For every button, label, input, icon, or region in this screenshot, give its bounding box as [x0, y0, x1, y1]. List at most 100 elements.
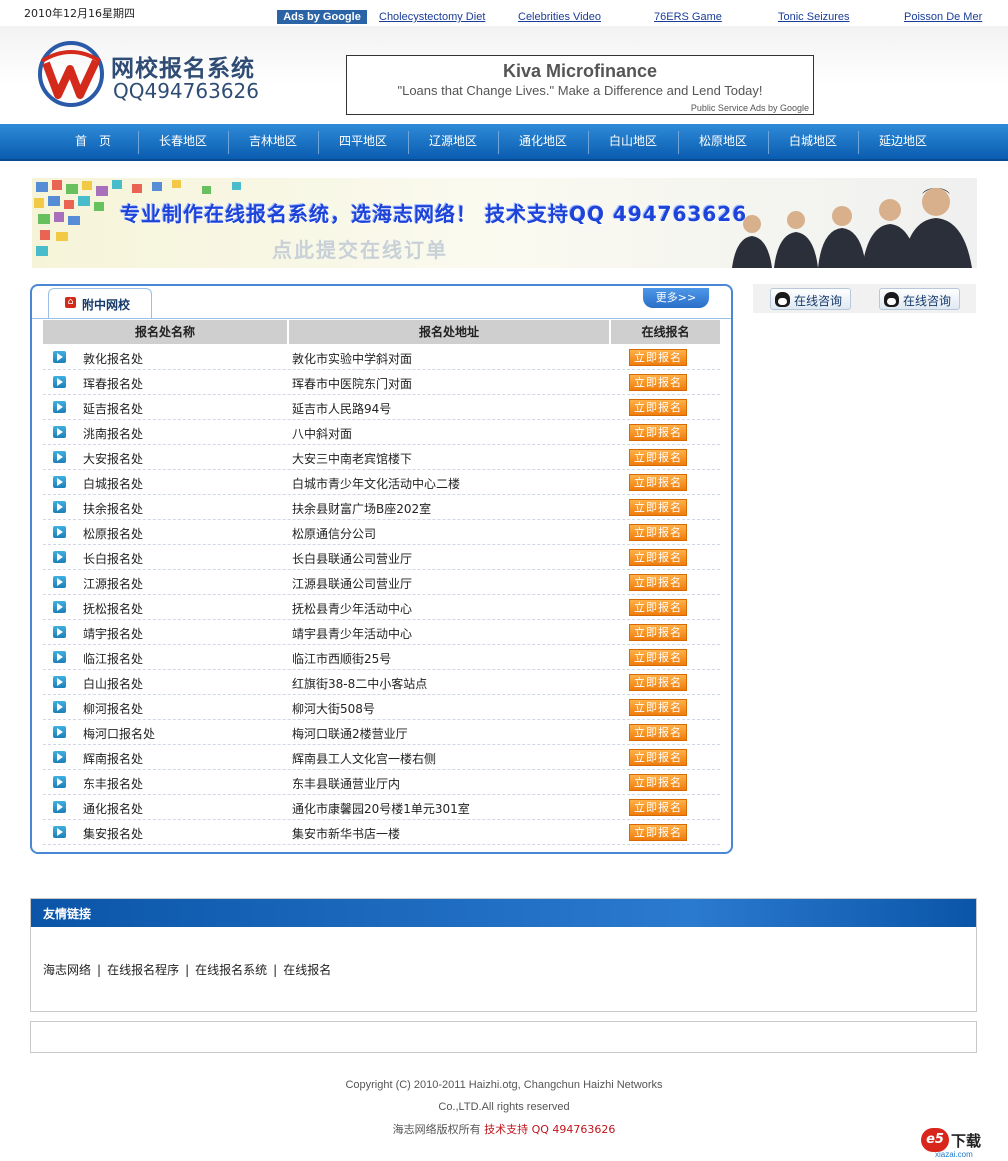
watermark-url: xiazai.com	[935, 1150, 973, 1159]
friend-link-online[interactable]: 在线报名	[283, 963, 331, 977]
footer-copyright: Copyright (C) 2010-2011 Haizhi.otg, Chan…	[345, 1079, 663, 1091]
play-icon	[53, 401, 66, 413]
ad-link-5[interactable]: Poisson De Mer	[904, 11, 982, 23]
register-now-button[interactable]: 立即报名	[629, 499, 687, 516]
register-now-button[interactable]: 立即报名	[629, 774, 687, 791]
play-icon	[53, 551, 66, 563]
register-now-button[interactable]: 立即报名	[629, 349, 687, 366]
play-icon	[53, 676, 66, 688]
nav-siping[interactable]: 四平地区	[318, 124, 408, 159]
table-row: 扶余报名处 扶余县财富广场B座202室 立即报名	[43, 495, 720, 520]
kiva-ad-box[interactable]: Kiva Microfinance "Loans that Change Liv…	[346, 55, 814, 115]
office-name[interactable]: 珲春报名处	[83, 375, 143, 392]
office-name[interactable]: 洮南报名处	[83, 425, 143, 442]
register-now-button[interactable]: 立即报名	[629, 374, 687, 391]
office-name[interactable]: 临江报名处	[83, 650, 143, 667]
nav-baishan[interactable]: 白山地区	[588, 124, 678, 159]
register-now-button[interactable]: 立即报名	[629, 749, 687, 766]
register-now-button[interactable]: 立即报名	[629, 799, 687, 816]
site-name: 网校报名系统	[111, 56, 255, 82]
office-name[interactable]: 白山报名处	[83, 675, 143, 692]
ads-by-google-label[interactable]: Ads by Google	[277, 10, 367, 24]
friendly-links-list: 海志网络 | 在线报名程序 | 在线报名系统 | 在线报名	[43, 961, 331, 978]
nav-songyuan[interactable]: 松原地区	[678, 124, 768, 159]
register-now-button[interactable]: 立即报名	[629, 699, 687, 716]
link-separator: |	[273, 963, 278, 977]
register-now-button[interactable]: 立即报名	[629, 824, 687, 841]
register-now-button[interactable]: 立即报名	[629, 624, 687, 641]
play-icon	[53, 751, 66, 763]
nav-jilin[interactable]: 吉林地区	[228, 124, 318, 159]
ad-link-2[interactable]: Celebrities Video	[518, 11, 601, 23]
office-name[interactable]: 松原报名处	[83, 525, 143, 542]
ad-psa-label[interactable]: Public Service Ads by Google	[691, 103, 809, 113]
register-now-button[interactable]: 立即报名	[629, 424, 687, 441]
play-icon	[53, 826, 66, 838]
office-address: 珲春市中医院东门对面	[292, 377, 413, 391]
office-name[interactable]: 大安报名处	[83, 450, 143, 467]
office-name[interactable]: 梅河口报名处	[83, 725, 155, 742]
office-address: 辉南县工人文化宫一楼右侧	[292, 752, 437, 766]
friendly-links-header: 友情链接	[31, 899, 976, 927]
office-name[interactable]: 抚松报名处	[83, 600, 143, 617]
nav-changchun[interactable]: 长春地区	[138, 124, 228, 159]
office-name[interactable]: 通化报名处	[83, 800, 143, 817]
register-now-button[interactable]: 立即报名	[629, 474, 687, 491]
site-header: 网校报名系统 QQ494763626 Kiva Microfinance "Lo…	[0, 26, 1008, 124]
ad-link-3[interactable]: 76ERS Game	[654, 11, 722, 23]
tab-underline	[32, 318, 731, 319]
ad-link-1[interactable]: Cholecystectomy Diet	[379, 11, 485, 23]
ad-link-4[interactable]: Tonic Seizures	[778, 11, 850, 23]
play-icon	[53, 701, 66, 713]
office-name[interactable]: 辉南报名处	[83, 750, 143, 767]
register-now-button[interactable]: 立即报名	[629, 649, 687, 666]
promo-banner[interactable]: 专业制作在线报名系统，选海志网络！ 技术支持QQ 494763626 点此提交在…	[32, 178, 977, 268]
friend-link-haizhi[interactable]: 海志网络	[43, 963, 91, 977]
more-button[interactable]: 更多>>	[643, 288, 709, 308]
office-name[interactable]: 柳河报名处	[83, 700, 143, 717]
nav-home[interactable]: 首 页	[48, 124, 138, 159]
office-name[interactable]: 白城报名处	[83, 475, 143, 492]
register-now-button[interactable]: 立即报名	[629, 674, 687, 691]
w-logo-icon[interactable]	[36, 39, 106, 109]
play-icon	[53, 726, 66, 738]
office-name[interactable]: 靖宇报名处	[83, 625, 143, 642]
nav-baicheng[interactable]: 白城地区	[768, 124, 858, 159]
home-icon: ⌂	[65, 297, 76, 308]
table-row: 柳河报名处 柳河大街508号 立即报名	[43, 695, 720, 720]
register-now-button[interactable]: 立即报名	[629, 449, 687, 466]
register-now-button[interactable]: 立即报名	[629, 549, 687, 566]
office-address: 延吉市人民路94号	[292, 402, 392, 416]
office-name[interactable]: 敦化报名处	[83, 350, 143, 367]
qq-penguin-icon	[775, 292, 790, 307]
register-now-button[interactable]: 立即报名	[629, 574, 687, 591]
register-now-button[interactable]: 立即报名	[629, 724, 687, 741]
nav-liaoyuan[interactable]: 辽源地区	[408, 124, 498, 159]
site-watermark: e5 下载 xiazai.com	[921, 1126, 1001, 1159]
banner-order-link[interactable]: 点此提交在线订单	[272, 234, 448, 263]
register-now-button[interactable]: 立即报名	[629, 399, 687, 416]
office-address: 八中斜对面	[292, 427, 353, 441]
table-row: 延吉报名处 延吉市人民路94号 立即报名	[43, 395, 720, 420]
office-name[interactable]: 东丰报名处	[83, 775, 143, 792]
table-header: 报名处名称 报名处地址 在线报名	[43, 320, 720, 344]
nav-yanbian[interactable]: 延边地区	[858, 124, 948, 159]
office-name[interactable]: 延吉报名处	[83, 400, 143, 417]
qq-consult-button-1[interactable]: 在线咨询	[770, 288, 851, 310]
ad-title[interactable]: Kiva Microfinance	[347, 61, 813, 82]
office-name[interactable]: 江源报名处	[83, 575, 143, 592]
footer-tech-support[interactable]: 技术支持 QQ 494763626	[484, 1123, 615, 1136]
register-now-button[interactable]: 立即报名	[629, 599, 687, 616]
office-name[interactable]: 集安报名处	[83, 825, 143, 842]
office-address: 敦化市实验中学斜对面	[292, 352, 413, 366]
register-now-button[interactable]: 立即报名	[629, 524, 687, 541]
qq-consult-button-2[interactable]: 在线咨询	[879, 288, 960, 310]
play-icon	[53, 376, 66, 388]
office-name[interactable]: 扶余报名处	[83, 500, 143, 517]
footer-owner: 海志网络版权所有 技术支持 QQ 494763626	[0, 1121, 1008, 1137]
tab-fuzhong-school[interactable]: ⌂ 附中网校	[48, 288, 152, 318]
friend-link-program[interactable]: 在线报名程序	[107, 963, 179, 977]
friend-link-system[interactable]: 在线报名系统	[195, 963, 267, 977]
office-name[interactable]: 长白报名处	[83, 550, 143, 567]
nav-tonghua[interactable]: 通化地区	[498, 124, 588, 159]
